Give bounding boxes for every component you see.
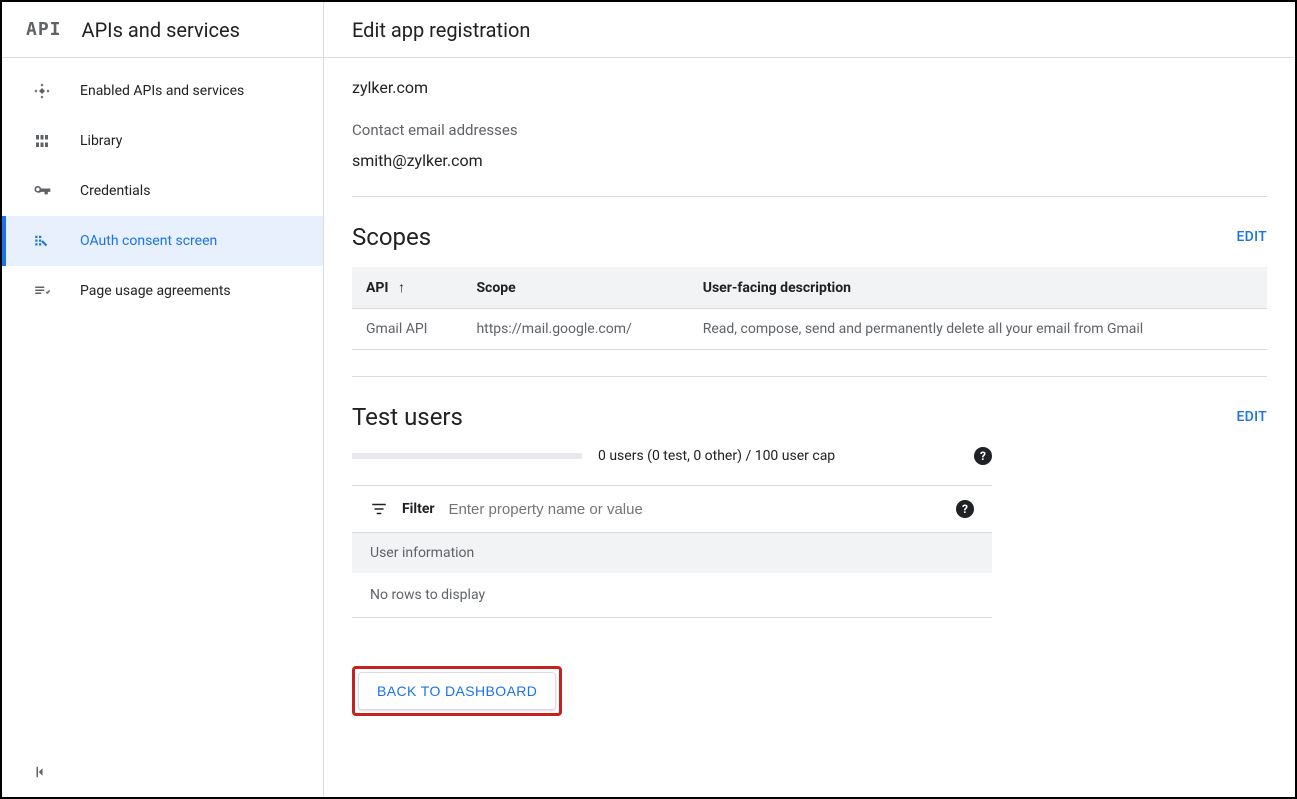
contact-email-value: smith@zylker.com bbox=[352, 151, 1267, 170]
divider bbox=[352, 196, 1267, 197]
table-row: Gmail API https://mail.google.com/ Read,… bbox=[352, 309, 1267, 350]
sidebar-item-label: Library bbox=[80, 133, 122, 149]
sidebar-title: APIs and services bbox=[82, 18, 240, 42]
sidebar-item-page-usage[interactable]: Page usage agreements bbox=[2, 266, 323, 316]
help-icon[interactable]: ? bbox=[956, 500, 974, 518]
col-api-label: API bbox=[366, 280, 389, 296]
user-cap-progress bbox=[352, 453, 582, 459]
page-title: Edit app registration bbox=[324, 2, 1295, 58]
scopes-table: API ↑ Scope User-facing description Gmai… bbox=[352, 267, 1267, 350]
key-icon bbox=[32, 181, 52, 201]
col-scope[interactable]: Scope bbox=[462, 267, 688, 309]
collapse-sidebar-button[interactable] bbox=[32, 763, 50, 781]
api-logo: API bbox=[26, 19, 62, 40]
sidebar: API APIs and services Enabled APIs and s… bbox=[2, 2, 324, 797]
sidebar-item-oauth-consent[interactable]: OAuth consent screen bbox=[2, 216, 323, 266]
cell-api: Gmail API bbox=[352, 309, 462, 350]
sidebar-header: API APIs and services bbox=[2, 2, 323, 58]
edit-scopes-button[interactable]: EDIT bbox=[1236, 229, 1267, 245]
app-domain-value: zylker.com bbox=[352, 78, 1267, 97]
filter-label: Filter bbox=[402, 501, 435, 517]
no-rows-message: No rows to display bbox=[352, 573, 992, 618]
cell-desc: Read, compose, send and permanently dele… bbox=[689, 309, 1267, 350]
user-cap-text: 0 users (0 test, 0 other) / 100 user cap bbox=[598, 448, 958, 464]
scopes-title: Scopes bbox=[352, 223, 431, 251]
edit-test-users-button[interactable]: EDIT bbox=[1236, 409, 1267, 425]
test-users-title: Test users bbox=[352, 403, 463, 431]
main-content: Edit app registration zylker.com Contact… bbox=[324, 2, 1295, 797]
sidebar-nav: Enabled APIs and services Library Creden… bbox=[2, 58, 323, 316]
diamond-move-icon bbox=[32, 82, 52, 100]
cell-scope: https://mail.google.com/ bbox=[462, 309, 688, 350]
sidebar-item-enabled-apis[interactable]: Enabled APIs and services bbox=[2, 66, 323, 116]
filter-icon bbox=[370, 500, 388, 518]
back-button-highlight: BACK TO DASHBOARD bbox=[352, 666, 562, 716]
filter-bar: Filter ? bbox=[352, 485, 992, 532]
agreements-icon bbox=[32, 282, 52, 300]
sidebar-item-library[interactable]: Library bbox=[2, 116, 323, 166]
user-info-header: User information bbox=[352, 532, 992, 573]
sidebar-item-label: Page usage agreements bbox=[80, 283, 231, 299]
back-to-dashboard-button[interactable]: BACK TO DASHBOARD bbox=[358, 672, 556, 710]
library-icon bbox=[32, 132, 52, 150]
sort-ascending-icon: ↑ bbox=[398, 280, 405, 296]
sidebar-item-label: OAuth consent screen bbox=[80, 233, 217, 249]
help-icon[interactable]: ? bbox=[974, 447, 992, 465]
consent-screen-icon bbox=[32, 232, 52, 250]
sidebar-item-label: Enabled APIs and services bbox=[80, 83, 244, 99]
col-api[interactable]: API ↑ bbox=[352, 267, 462, 309]
sidebar-item-credentials[interactable]: Credentials bbox=[2, 166, 323, 216]
divider bbox=[352, 376, 1267, 377]
contact-email-label: Contact email addresses bbox=[352, 121, 1267, 139]
filter-input[interactable] bbox=[449, 501, 942, 518]
col-desc[interactable]: User-facing description bbox=[689, 267, 1267, 309]
sidebar-item-label: Credentials bbox=[80, 183, 150, 199]
